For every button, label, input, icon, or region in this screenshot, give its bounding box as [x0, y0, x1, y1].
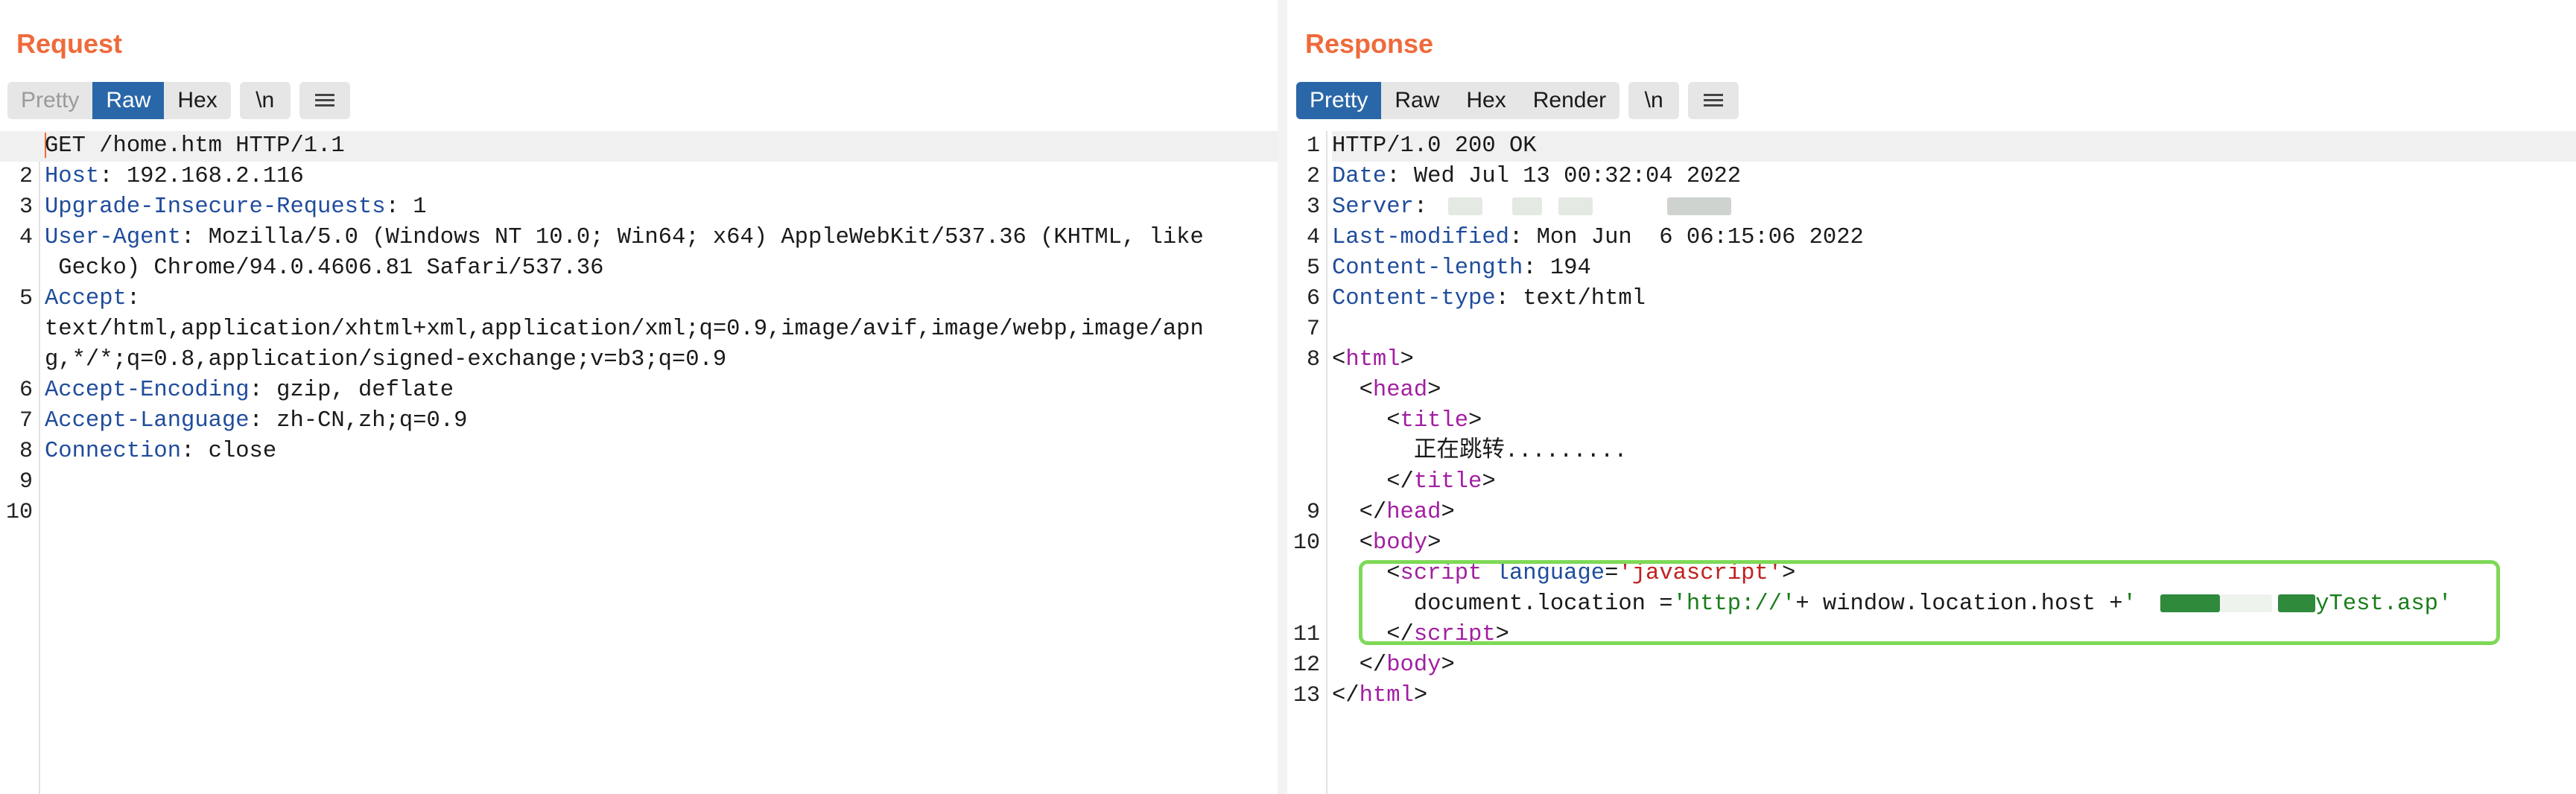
code-line: Connection: close — [45, 439, 277, 464]
code-line: Accept: — [45, 286, 141, 311]
request-menu-button[interactable] — [299, 82, 350, 119]
code-line: GET /home.htm HTTP/1.1 — [0, 131, 1278, 162]
redaction-mark — [1667, 197, 1732, 215]
response-tab-hex[interactable]: Hex — [1453, 82, 1519, 119]
line-number: 3 — [19, 194, 33, 220]
response-code: HTTP/1.0 200 OK Date: Wed Jul 13 00:32:0… — [1332, 131, 2576, 794]
code-line: Date: Wed Jul 13 00:32:04 2022 — [1332, 164, 1742, 189]
code-line: <title> — [1332, 408, 1482, 433]
line-number: 9 — [19, 469, 33, 495]
line-number: 11 — [1292, 622, 1320, 647]
line-number: 10 — [5, 500, 33, 525]
code-line: <html> — [1332, 347, 1414, 372]
line-number: 3 — [1306, 194, 1320, 220]
hamburger-menu-icon — [1704, 94, 1724, 107]
panel-divider[interactable] — [1278, 0, 1287, 794]
code-line: </head> — [1332, 500, 1455, 525]
response-tab-raw[interactable]: Raw — [1381, 82, 1453, 119]
line-number: 6 — [1306, 286, 1320, 311]
request-tab-raw[interactable]: Raw — [92, 82, 165, 119]
code-line: Upgrade-Insecure-Requests: 1 — [45, 194, 427, 220]
code-line: </html> — [1332, 683, 1428, 708]
line-number: 13 — [1292, 683, 1320, 708]
code-line: Content-length: 194 — [1332, 255, 1591, 281]
response-editor[interactable]: 1 2 3 4 5 6 7 8 9 10 11 12 13 HTTP/1.0 2… — [1287, 131, 2576, 794]
request-line-gutter: 1 2 3 4 5 6 7 8 9 10 — [0, 131, 40, 794]
code-line: text/html,application/xhtml+xml,applicat… — [45, 317, 1204, 342]
code-line: Accept-Language: zh-CN,zh;q=0.9 — [45, 408, 468, 433]
request-newline-toggle[interactable]: \n — [239, 82, 291, 119]
response-line-gutter: 1 2 3 4 5 6 7 8 9 10 11 12 13 — [1287, 131, 1327, 794]
code-line: g,*/*;q=0.8,application/signed-exchange;… — [45, 347, 727, 372]
line-number: 2 — [19, 164, 33, 189]
line-number: 7 — [1306, 317, 1320, 342]
code-line: Server: — [1332, 192, 2576, 223]
request-editor[interactable]: 1 2 3 4 5 6 7 8 9 10 GET /home.htm HTTP/… — [0, 131, 1278, 794]
request-panel: Request Pretty Raw Hex \n 1 2 3 4 5 6 7 … — [0, 0, 1278, 794]
code-line: Last-modified: Mon Jun 6 06:15:06 2022 — [1332, 225, 1864, 250]
code-line: </title> — [1332, 469, 1496, 495]
code-line: 正在跳转......... — [1332, 436, 2576, 467]
page-title-text: 正在跳转......... — [1413, 439, 1628, 464]
response-newline-toggle[interactable]: \n — [1628, 82, 1680, 119]
line-number: 2 — [1306, 164, 1320, 189]
line-number: 4 — [19, 225, 33, 250]
request-tab-hex[interactable]: Hex — [164, 82, 230, 119]
code-line: </body> — [1332, 652, 1455, 678]
code-line: Gecko) Chrome/94.0.4606.81 Safari/537.36 — [45, 255, 604, 281]
code-line: Content-type: text/html — [1332, 286, 1646, 311]
annotation-highlight-box — [1359, 560, 2500, 645]
request-title: Request — [16, 28, 123, 59]
line-number: 7 — [19, 408, 33, 433]
response-toolbar: Pretty Raw Hex Render \n — [1296, 82, 1748, 119]
response-view-tabs: Pretty Raw Hex Render — [1296, 82, 1620, 119]
redaction-mark — [1558, 197, 1593, 215]
response-menu-button[interactable] — [1688, 82, 1739, 119]
line-number: 5 — [1306, 255, 1320, 281]
response-panel: Response Pretty Raw Hex Render \n 1 2 3 … — [1287, 0, 2576, 794]
response-tab-pretty[interactable]: Pretty — [1296, 82, 1382, 119]
code-line: User-Agent: Mozilla/5.0 (Windows NT 10.0… — [45, 225, 1204, 250]
code-line: Accept-Encoding: gzip, deflate — [45, 378, 454, 403]
code-line: <head> — [1332, 378, 1441, 403]
response-tab-render[interactable]: Render — [1520, 82, 1619, 119]
line-number: 4 — [1306, 225, 1320, 250]
request-toolbar: Pretty Raw Hex \n — [7, 82, 359, 119]
line-number: 10 — [1292, 530, 1320, 556]
line-number: 1 — [1306, 133, 1320, 159]
request-code: GET /home.htm HTTP/1.1 Host: 192.168.2.1… — [0, 131, 1278, 794]
line-number: 8 — [19, 439, 33, 464]
redaction-mark — [1512, 197, 1543, 215]
code-line: <body> — [1332, 530, 1441, 556]
line-number: 12 — [1292, 652, 1320, 678]
line-number: 5 — [19, 286, 33, 311]
code-line: Host: 192.168.2.116 — [45, 164, 304, 189]
line-number: 9 — [1306, 500, 1320, 525]
hamburger-menu-icon — [314, 94, 334, 107]
response-title: Response — [1305, 28, 1434, 59]
line-number: 8 — [1306, 347, 1320, 372]
request-view-tabs: Pretty Raw Hex — [7, 82, 231, 119]
code-line: HTTP/1.0 200 OK — [1332, 131, 2576, 162]
redaction-mark — [1448, 197, 1483, 215]
request-tab-pretty[interactable]: Pretty — [7, 82, 92, 119]
line-number: 6 — [19, 378, 33, 403]
